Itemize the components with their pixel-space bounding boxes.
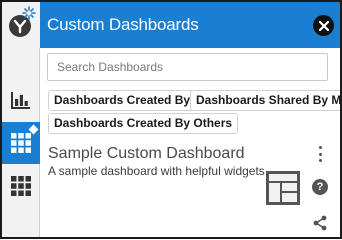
custom-dashboards-panel: Custom Dashboards Dashboards Created By … xyxy=(0,0,342,239)
sparkle-icon xyxy=(22,6,36,20)
app-logo xyxy=(2,2,40,48)
page-title: Custom Dashboards xyxy=(47,15,199,34)
filter-created-by-others[interactable]: Dashboards Created By Others xyxy=(48,113,239,134)
filter-shared-by-me[interactable]: Dashboards Shared By Me xyxy=(190,90,340,111)
sidebar xyxy=(2,2,40,237)
add-dashboard-grid-icon xyxy=(11,133,31,153)
more-options-icon[interactable] xyxy=(315,146,325,162)
close-button[interactable] xyxy=(313,15,334,36)
bar-chart-icon xyxy=(11,92,30,109)
close-icon xyxy=(318,20,329,31)
dashboard-description: A sample dashboard with helpful widgets. xyxy=(48,164,269,178)
help-icon[interactable]: ? xyxy=(312,179,328,195)
panel-header: Custom Dashboards xyxy=(40,2,340,48)
sidebar-item-custom-dashboards[interactable] xyxy=(2,122,40,164)
dashboard-layout-icon xyxy=(266,171,300,205)
dashboard-title[interactable]: Sample Custom Dashboard xyxy=(48,145,245,163)
sidebar-item-all-dashboards[interactable] xyxy=(2,165,40,207)
grid-icon xyxy=(11,176,31,196)
search-input[interactable] xyxy=(47,53,328,81)
share-icon[interactable] xyxy=(312,215,328,231)
sidebar-item-reports[interactable] xyxy=(2,79,40,121)
